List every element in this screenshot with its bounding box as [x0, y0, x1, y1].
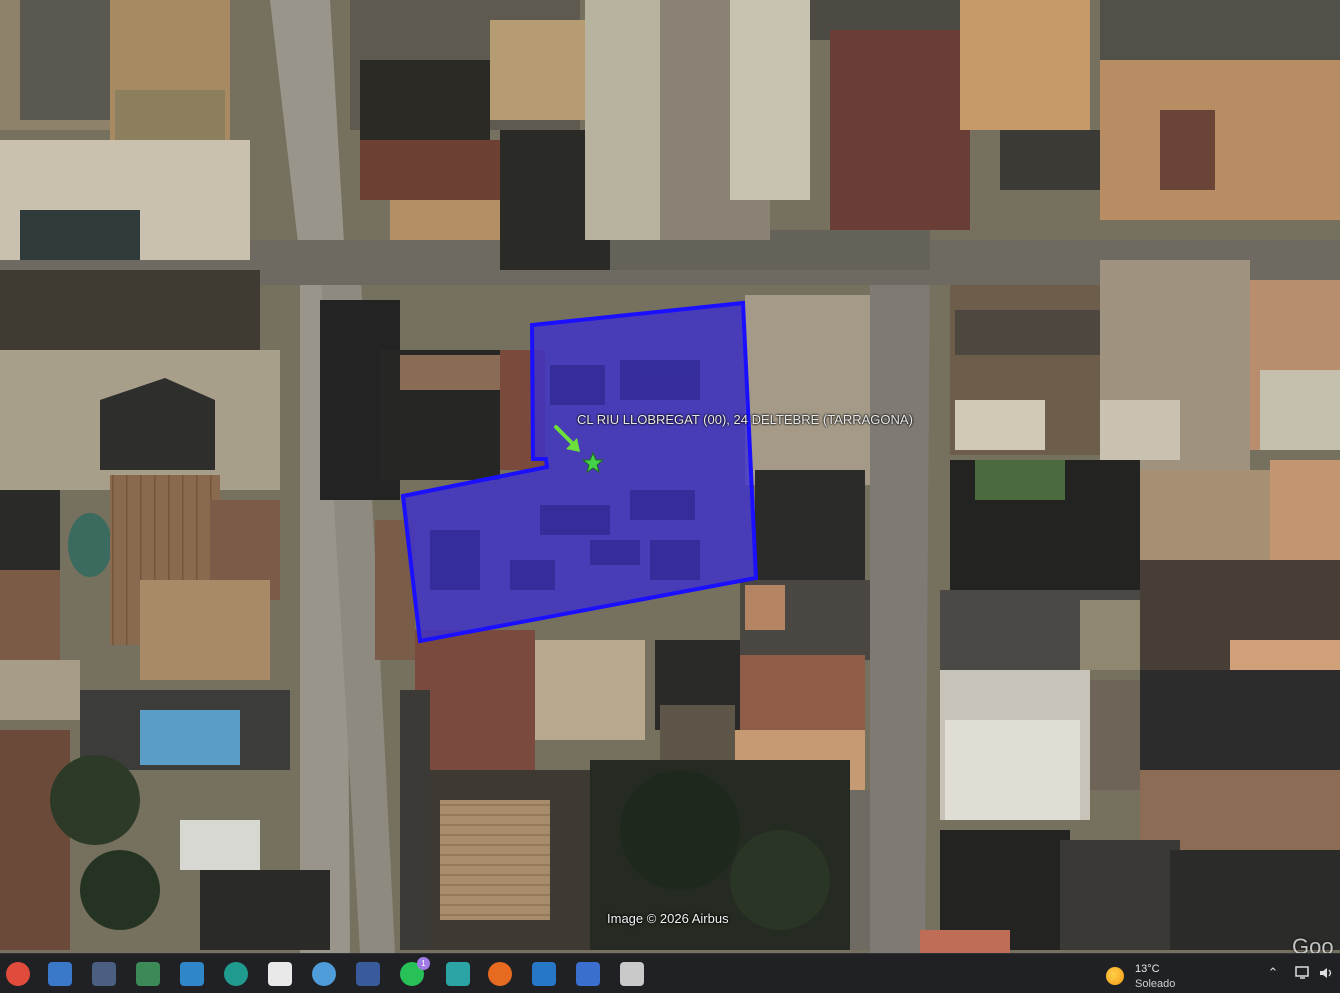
s-app-icon[interactable] [532, 962, 556, 986]
whatsapp-icon[interactable]: 1 [400, 957, 430, 986]
chevron-up-icon[interactable]: ⌃ [1264, 964, 1282, 982]
taskbar: 1 13°C Soleado ⌃ [0, 953, 1340, 993]
mirror-icon[interactable] [446, 962, 470, 986]
globe-icon[interactable] [312, 962, 336, 986]
edge-icon[interactable] [224, 962, 248, 986]
store-lock-icon[interactable] [136, 962, 160, 986]
speaker-icon[interactable] [1318, 964, 1336, 982]
weather-widget[interactable]: 13°C Soleado [1106, 958, 1246, 992]
network-icon[interactable] [1294, 964, 1312, 982]
sun-icon [1106, 967, 1124, 985]
map-imagery [0, 0, 1340, 953]
map-logo: Goo [1292, 934, 1334, 953]
whiteboard-icon[interactable] [48, 962, 72, 986]
placemark-label[interactable]: CL RIU LLOBREGAT (00), 24 DELTEBRE (TARR… [577, 412, 913, 427]
window-app-icon[interactable] [620, 962, 644, 986]
firefox-icon[interactable] [488, 962, 512, 986]
save-icon[interactable] [356, 962, 380, 986]
photos-icon[interactable] [92, 962, 116, 986]
chrome-icon[interactable] [6, 962, 30, 986]
weather-condition: Soleado [1135, 978, 1176, 990]
document-icon[interactable] [268, 962, 292, 986]
gallery-icon[interactable] [180, 962, 204, 986]
arrow-app-icon[interactable] [576, 962, 600, 986]
satellite-map[interactable]: CL RIU LLOBREGAT (00), 24 DELTEBRE (TARR… [0, 0, 1340, 953]
weather-temperature: 13°C [1135, 963, 1160, 975]
imagery-credit: Image © 2026 Airbus [607, 911, 729, 926]
notification-badge: 1 [417, 957, 430, 970]
